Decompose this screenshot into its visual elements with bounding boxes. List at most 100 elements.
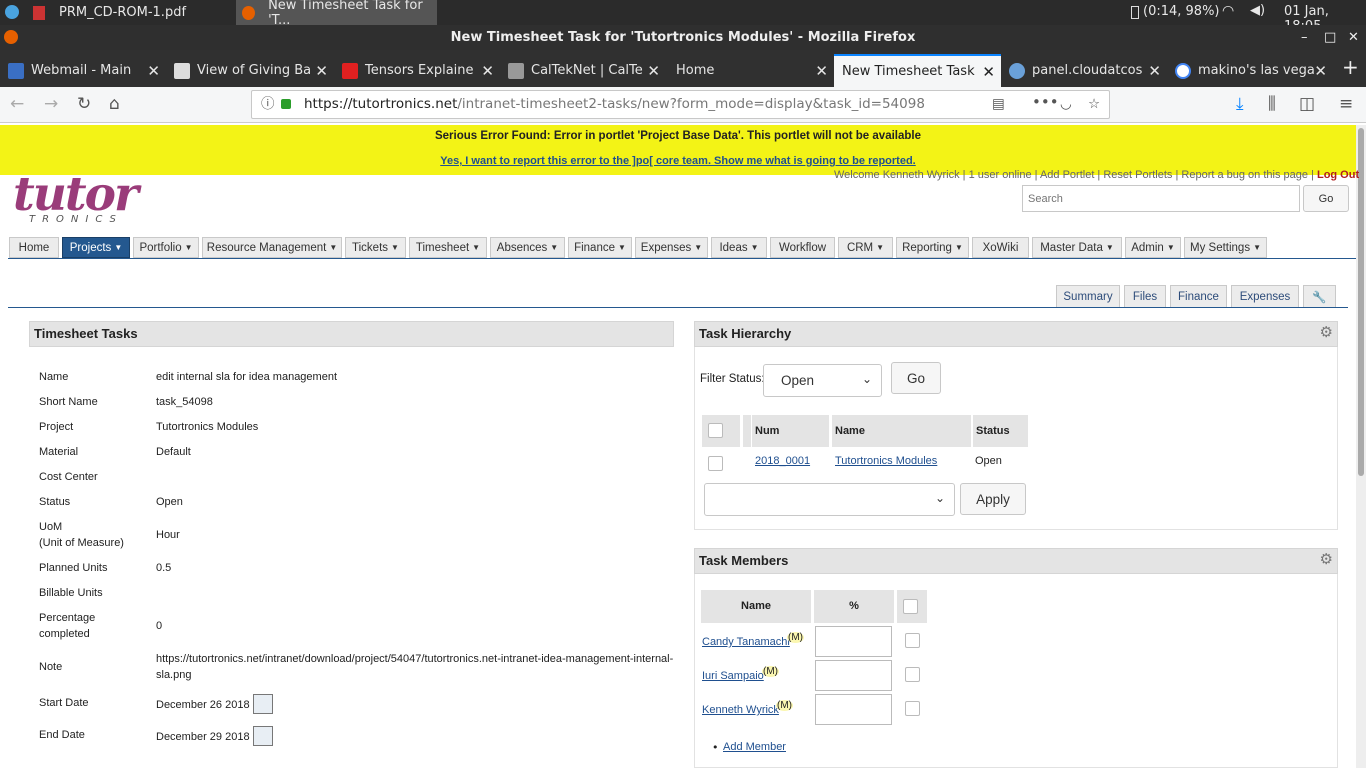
- close-tab-icon[interactable]: ✕: [982, 63, 995, 81]
- field-label-short-name: Short Name: [39, 396, 98, 408]
- member-checkbox[interactable]: [905, 701, 920, 716]
- menu-my-settings[interactable]: My Settings ▼: [1184, 237, 1267, 258]
- row-checkbox[interactable]: [708, 456, 723, 471]
- tab-new-timesheet-task[interactable]: New Timesheet Task ✕: [834, 54, 1001, 87]
- close-tab-icon[interactable]: ✕: [147, 62, 160, 80]
- subtab-expenses[interactable]: Expenses: [1231, 285, 1299, 307]
- select-all-checkbox[interactable]: [903, 599, 918, 614]
- tab-caltek[interactable]: CalTekNet | CalTe ✕: [500, 54, 666, 87]
- close-tab-icon[interactable]: ✕: [1314, 62, 1327, 80]
- logout-link[interactable]: Log Out: [1317, 169, 1359, 181]
- minimize-icon[interactable]: –: [1301, 25, 1308, 50]
- add-member-link[interactable]: Add Member: [723, 741, 786, 753]
- page-actions-icon[interactable]: •••: [1032, 89, 1059, 116]
- subtab-files[interactable]: Files: [1124, 285, 1166, 307]
- menu-workflow[interactable]: Workflow: [770, 237, 835, 258]
- report-error-link[interactable]: Yes, I want to report this error to the …: [0, 155, 1356, 167]
- forward-icon[interactable]: →: [44, 94, 58, 114]
- gear-icon[interactable]: ⚙: [1320, 321, 1333, 345]
- maximize-icon[interactable]: □: [1324, 25, 1336, 50]
- close-tab-icon[interactable]: ✕: [647, 62, 660, 80]
- menu-label: Timesheet: [415, 241, 470, 254]
- reader-view-icon[interactable]: ▤: [992, 91, 1005, 118]
- error-message: Serious Error Found: Error in portlet 'P…: [434, 130, 921, 142]
- search-input[interactable]: [1022, 185, 1300, 212]
- wifi-icon[interactable]: ◠: [1222, 3, 1234, 19]
- menu-finance[interactable]: Finance ▼: [568, 237, 632, 258]
- close-tab-icon[interactable]: ✕: [481, 62, 494, 80]
- member-percent-input[interactable]: [815, 694, 892, 725]
- tutortronics-logo[interactable]: tutor TRONICS: [13, 165, 153, 227]
- tab-makino[interactable]: makino's las vega ✕: [1167, 54, 1333, 87]
- close-window-icon[interactable]: ✕: [1348, 25, 1359, 50]
- menu-resource-management[interactable]: Resource Management ▼: [202, 237, 342, 258]
- menu-absences[interactable]: Absences ▼: [490, 237, 565, 258]
- menu-projects[interactable]: Projects ▼: [62, 237, 130, 258]
- gear-icon[interactable]: ⚙: [1320, 548, 1333, 572]
- tab-tensors[interactable]: Tensors Explaine ✕: [334, 54, 500, 87]
- menu-tickets[interactable]: Tickets ▼: [345, 237, 406, 258]
- member-name-link[interactable]: Candy Tanamachi: [702, 636, 790, 648]
- select-all-checkbox[interactable]: [708, 423, 723, 438]
- url-bar[interactable]: ⓘ https://tutortronics.net/intranet-time…: [251, 90, 1110, 119]
- download-icon[interactable]: ⤓: [1236, 94, 1244, 114]
- menu-label: Admin: [1131, 241, 1164, 254]
- member-name-link[interactable]: Iuri Sampaio: [702, 670, 764, 682]
- tab-cloudatcost[interactable]: panel.cloudatcos ✕: [1001, 54, 1167, 87]
- hamburger-menu-icon[interactable]: ≡: [1339, 94, 1353, 114]
- subtab-admin[interactable]: 🔧: [1303, 285, 1336, 307]
- menu-timesheet[interactable]: Timesheet ▼: [409, 237, 487, 258]
- menu-label: Home: [18, 241, 50, 254]
- close-tab-icon[interactable]: ✕: [815, 62, 828, 80]
- menu-ideas[interactable]: Ideas ▼: [711, 237, 767, 258]
- calendar-icon[interactable]: [253, 694, 273, 714]
- new-tab-icon[interactable]: +: [1342, 55, 1359, 79]
- close-tab-icon[interactable]: ✕: [315, 62, 328, 80]
- pdf-icon: [33, 5, 45, 20]
- menu-admin[interactable]: Admin ▼: [1125, 237, 1181, 258]
- filter-status-select[interactable]: Open ⌄: [763, 364, 882, 397]
- menu-xowiki[interactable]: XoWiki: [972, 237, 1029, 258]
- menu-portfolio[interactable]: Portfolio ▼: [133, 237, 199, 258]
- member-name-link[interactable]: Kenneth Wyrick: [702, 704, 779, 716]
- info-icon[interactable]: ⓘ: [261, 91, 275, 118]
- menu-crm[interactable]: CRM ▼: [838, 237, 893, 258]
- reload-icon[interactable]: ↻: [77, 94, 91, 114]
- menu-home[interactable]: Home: [9, 237, 59, 258]
- member-percent-input[interactable]: [815, 660, 892, 691]
- member-checkbox[interactable]: [905, 633, 920, 648]
- taskbar-item-pdf[interactable]: PRM_CD-ROM-1.pdf: [27, 0, 232, 25]
- row-num-link[interactable]: 2018_0001: [755, 455, 810, 467]
- tab-webmail[interactable]: Webmail - Main ✕: [0, 54, 166, 87]
- member-checkbox[interactable]: [905, 667, 920, 682]
- filter-go-button[interactable]: Go: [891, 362, 941, 394]
- volume-icon[interactable]: ◀): [1250, 3, 1265, 18]
- tab-home[interactable]: Home ✕: [666, 54, 834, 87]
- menu-label: XoWiki: [982, 241, 1019, 254]
- subtab-finance[interactable]: Finance: [1170, 285, 1227, 307]
- subtab-divider: [8, 307, 1348, 308]
- bulk-action-select[interactable]: ⌄: [704, 483, 955, 516]
- system-menu-icon[interactable]: [5, 5, 19, 19]
- sidebar-icon[interactable]: ◫: [1299, 94, 1315, 114]
- menu-expenses[interactable]: Expenses ▼: [635, 237, 708, 258]
- close-tab-icon[interactable]: ✕: [1148, 62, 1161, 80]
- subtab-summary[interactable]: Summary: [1056, 285, 1120, 307]
- calendar-icon[interactable]: [253, 726, 273, 746]
- library-icon[interactable]: ⫼: [1268, 94, 1276, 114]
- field-label-planned-units: Planned Units: [39, 562, 108, 574]
- menu-reporting[interactable]: Reporting ▼: [896, 237, 969, 258]
- back-icon[interactable]: ←: [10, 94, 24, 114]
- apply-button[interactable]: Apply: [960, 483, 1026, 515]
- row-name-link[interactable]: Tutortronics Modules: [835, 455, 937, 467]
- menu-label: Portfolio: [139, 241, 182, 254]
- home-icon[interactable]: ⌂: [109, 94, 120, 114]
- search-go-button[interactable]: Go: [1303, 185, 1349, 212]
- tab-giving[interactable]: View of Giving Ba ✕: [166, 54, 334, 87]
- member-percent-input[interactable]: [815, 626, 892, 657]
- bookmark-star-icon[interactable]: ☆: [1088, 91, 1100, 118]
- pocket-icon[interactable]: ◡: [1060, 91, 1072, 118]
- battery-icon: [1131, 6, 1139, 19]
- taskbar-item-firefox[interactable]: New Timesheet Task for 'T...: [236, 0, 437, 28]
- menu-master-data[interactable]: Master Data ▼: [1032, 237, 1122, 258]
